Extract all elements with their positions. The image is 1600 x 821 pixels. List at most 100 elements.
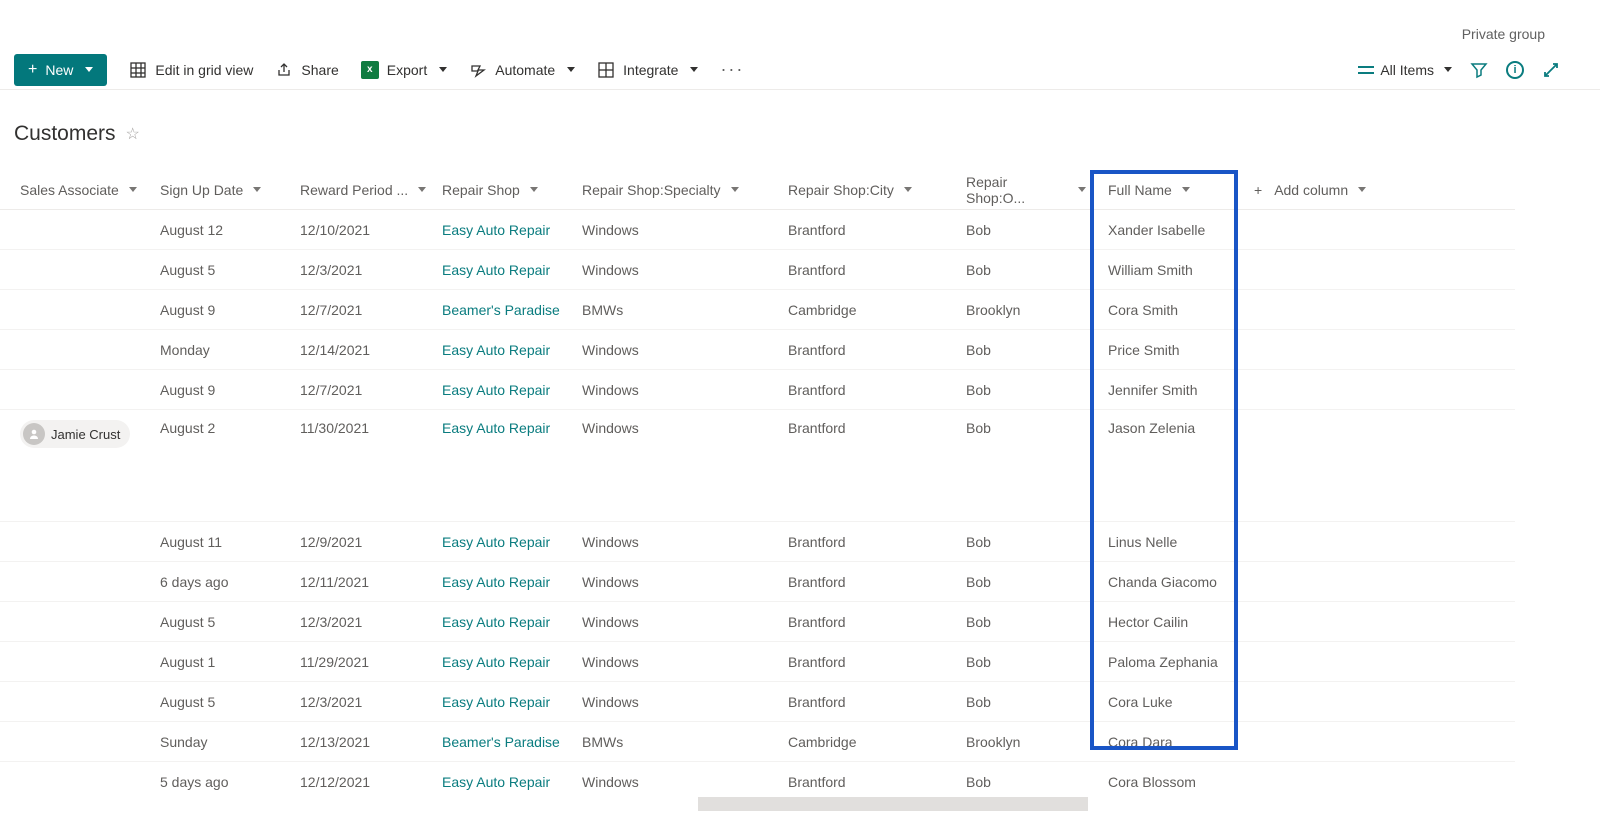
column-repair-shop-owner[interactable]: Repair Shop:O... [966,174,1086,206]
excel-icon: x [361,61,379,79]
cell-sign-up-date: August 11 [160,534,300,550]
person-chip[interactable]: Jamie Crust [20,420,130,448]
funnel-icon [1470,61,1488,79]
cell-specialty: Windows [582,534,788,550]
horizontal-scrollbar[interactable] [698,797,1088,811]
cell-sign-up-date: August 12 [160,222,300,238]
share-button[interactable]: Share [275,61,338,79]
command-bar: + New Edit in grid view Share x Export [0,50,1600,90]
table-row[interactable]: Monday12/14/2021Easy Auto RepairWindowsB… [0,330,1515,370]
cell-specialty: Windows [582,262,788,278]
cell-city: Brantford [788,534,966,550]
cell-reward-period: 12/7/2021 [300,382,442,398]
cell-full-name: Cora Smith [1086,302,1236,318]
cell-owner: Bob [966,654,1086,670]
cell-reward-period: 12/12/2021 [300,774,442,790]
cell-city: Brantford [788,262,966,278]
cell-city: Brantford [788,774,966,790]
cell-specialty: BMWs [582,734,788,750]
cell-sign-up-date: 5 days ago [160,774,300,790]
cell-repair-shop[interactable]: Easy Auto Repair [442,262,582,278]
chevron-down-icon [1358,187,1366,192]
cell-repair-shop[interactable]: Easy Auto Repair [442,574,582,590]
cell-reward-period: 12/14/2021 [300,342,442,358]
cell-specialty: Windows [582,342,788,358]
chevron-down-icon [129,187,137,192]
cell-full-name: Cora Blossom [1086,774,1236,790]
cell-city: Brantford [788,342,966,358]
edit-grid-view-button[interactable]: Edit in grid view [129,61,253,79]
table-row[interactable]: August 1112/9/2021Easy Auto RepairWindow… [0,522,1515,562]
cell-full-name: William Smith [1086,262,1236,278]
integrate-button[interactable]: Integrate [597,61,698,79]
chevron-down-icon [904,187,912,192]
cell-sign-up-date: August 9 [160,382,300,398]
cell-city: Cambridge [788,734,966,750]
cell-city: Brantford [788,222,966,238]
cell-full-name: Chanda Giacomo [1086,574,1236,590]
plus-icon: + [1254,182,1262,198]
cell-owner: Bob [966,574,1086,590]
cell-sign-up-date: August 5 [160,614,300,630]
table-row[interactable]: 5 days ago12/12/2021Easy Auto RepairWind… [0,762,1515,791]
table-row[interactable]: August 912/7/2021Beamer's ParadiseBMWsCa… [0,290,1515,330]
cell-repair-shop[interactable]: Easy Auto Repair [442,694,582,710]
overflow-button[interactable]: ··· [720,59,744,80]
cell-reward-period: 12/3/2021 [300,614,442,630]
cell-full-name: Jennifer Smith [1086,382,1236,398]
view-selector[interactable]: All Items [1358,62,1452,78]
private-group-label: Private group [1462,26,1545,42]
table-row[interactable]: Jamie CrustAugust 211/30/2021Easy Auto R… [0,410,1515,522]
cell-reward-period: 11/30/2021 [300,420,442,436]
cell-repair-shop[interactable]: Easy Auto Repair [442,382,582,398]
cell-repair-shop[interactable]: Easy Auto Repair [442,222,582,238]
info-button[interactable]: i [1506,61,1524,79]
cell-owner: Bob [966,534,1086,550]
chevron-down-icon [731,187,739,192]
add-column-button[interactable]: +Add column [1254,182,1366,198]
column-repair-shop-specialty[interactable]: Repair Shop:Specialty [582,182,739,198]
expand-button[interactable] [1542,61,1560,79]
chevron-down-icon [567,67,575,72]
column-repair-shop-city[interactable]: Repair Shop:City [788,182,912,198]
cell-owner: Brooklyn [966,734,1086,750]
cell-specialty: Windows [582,654,788,670]
cell-sign-up-date: August 9 [160,302,300,318]
cell-repair-shop[interactable]: Easy Auto Repair [442,614,582,630]
cell-repair-shop[interactable]: Beamer's Paradise [442,302,582,318]
table-row[interactable]: 6 days ago12/11/2021Easy Auto RepairWind… [0,562,1515,602]
cell-owner: Bob [966,382,1086,398]
table-row[interactable]: August 512/3/2021Easy Auto RepairWindows… [0,250,1515,290]
table-row[interactable]: Sunday12/13/2021Beamer's ParadiseBMWsCam… [0,722,1515,762]
cell-repair-shop[interactable]: Easy Auto Repair [442,420,582,436]
cell-reward-period: 12/9/2021 [300,534,442,550]
cell-repair-shop[interactable]: Easy Auto Repair [442,534,582,550]
cell-repair-shop[interactable]: Easy Auto Repair [442,774,582,790]
rows-container: August 1212/10/2021Easy Auto RepairWindo… [0,210,1515,791]
cell-repair-shop[interactable]: Easy Auto Repair [442,342,582,358]
cell-owner: Bob [966,262,1086,278]
table-row[interactable]: August 1212/10/2021Easy Auto RepairWindo… [0,210,1515,250]
automate-button[interactable]: Automate [469,61,575,79]
table-row[interactable]: August 512/3/2021Easy Auto RepairWindows… [0,682,1515,722]
cell-reward-period: 12/3/2021 [300,262,442,278]
cell-city: Cambridge [788,302,966,318]
column-sign-up-date[interactable]: Sign Up Date [160,182,261,198]
cell-sales-associate: Jamie Crust [0,420,160,448]
column-repair-shop[interactable]: Repair Shop [442,182,538,198]
column-sales-associate[interactable]: Sales Associate [20,182,137,198]
column-full-name[interactable]: Full Name [1108,182,1190,198]
column-reward-period[interactable]: Reward Period ... [300,182,426,198]
table-row[interactable]: August 512/3/2021Easy Auto RepairWindows… [0,602,1515,642]
cell-sign-up-date: 6 days ago [160,574,300,590]
new-button[interactable]: + New [14,54,107,86]
cell-city: Brantford [788,614,966,630]
table-row[interactable]: August 111/29/2021Easy Auto RepairWindow… [0,642,1515,682]
favorite-icon[interactable]: ☆ [126,124,140,144]
cell-repair-shop[interactable]: Easy Auto Repair [442,654,582,670]
filter-button[interactable] [1470,61,1488,79]
table-row[interactable]: August 912/7/2021Easy Auto RepairWindows… [0,370,1515,410]
export-button[interactable]: x Export [361,61,447,79]
cell-repair-shop[interactable]: Beamer's Paradise [442,734,582,750]
cell-owner: Bob [966,420,1086,436]
